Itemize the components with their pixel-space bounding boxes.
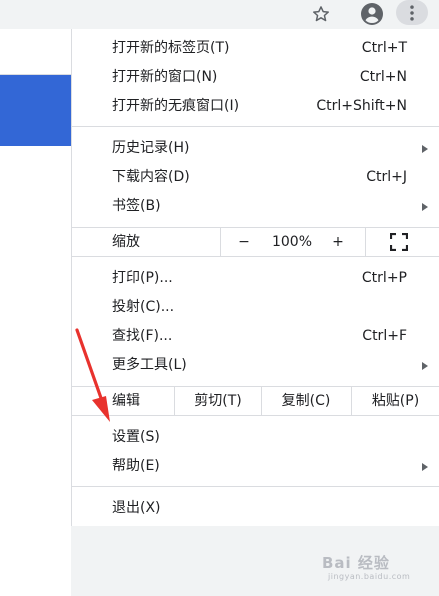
- star-icon: [313, 5, 329, 21]
- menu-item-new-tab[interactable]: 打开新的标签页(T) Ctrl+T: [72, 34, 439, 63]
- cut-button[interactable]: 剪切(T): [175, 387, 261, 415]
- menu-item-shortcut: Ctrl+N: [359, 69, 407, 85]
- menu-item-label: 退出(X): [112, 500, 161, 516]
- zoom-in-button[interactable]: +: [326, 228, 350, 256]
- menu-edit-row: 编辑 剪切(T) 复制(C) 粘贴(P): [72, 387, 439, 415]
- account-button[interactable]: [357, 0, 387, 27]
- menu-item-label: 投射(C)...: [112, 299, 175, 315]
- submenu-arrow-icon: [422, 203, 428, 211]
- more-vert-icon: [410, 4, 414, 21]
- menu-item-label: 查找(F)...: [112, 328, 173, 344]
- submenu-arrow-icon: [422, 362, 428, 370]
- menu-item-label: 打印(P)...: [112, 270, 173, 286]
- menu-item-settings[interactable]: 设置(S): [72, 423, 439, 452]
- zoom-divider: [365, 228, 366, 256]
- menu-item-label: 下载内容(D): [112, 169, 190, 185]
- zoom-level: 100%: [271, 234, 313, 250]
- menu-item-more-tools[interactable]: 更多工具(L): [72, 351, 439, 380]
- watermark-logo: Bai 经验 jingyan.baidu.com: [322, 552, 434, 592]
- menu-item-shortcut: Ctrl+Shift+N: [316, 98, 407, 114]
- menu-item-history[interactable]: 历史记录(H): [72, 134, 439, 163]
- paste-button[interactable]: 粘贴(P): [352, 387, 439, 415]
- menu-item-label: 书签(B): [112, 198, 161, 214]
- watermark-text: Bai 经验: [322, 554, 390, 572]
- menu-item-label: 打开新的标签页(T): [112, 40, 230, 56]
- menu-item-new-incognito[interactable]: 打开新的无痕窗口(I) Ctrl+Shift+N: [72, 92, 439, 121]
- browser-toolbar: [0, 0, 439, 29]
- fullscreen-icon[interactable]: [390, 233, 408, 251]
- menu-separator: [72, 126, 439, 127]
- zoom-out-button[interactable]: −: [232, 228, 256, 256]
- chrome-main-menu: 打开新的标签页(T) Ctrl+T 打开新的窗口(N) Ctrl+N 打开新的无…: [71, 29, 439, 526]
- menu-item-label: 设置(S): [112, 429, 160, 445]
- menu-item-shortcut: Ctrl+P: [361, 270, 407, 286]
- menu-separator: [72, 256, 439, 257]
- zoom-divider: [220, 228, 221, 256]
- menu-item-label: 帮助(E): [112, 458, 160, 474]
- page-blue-block: [0, 75, 71, 146]
- menu-item-shortcut: Ctrl+T: [361, 40, 407, 56]
- submenu-arrow-icon: [422, 463, 428, 471]
- menu-item-find[interactable]: 查找(F)... Ctrl+F: [72, 322, 439, 351]
- menu-zoom-row: 缩放 − 100% +: [72, 228, 439, 256]
- more-menu-button[interactable]: [396, 0, 428, 25]
- menu-item-print[interactable]: 打印(P)... Ctrl+P: [72, 264, 439, 293]
- menu-item-cast[interactable]: 投射(C)...: [72, 293, 439, 322]
- menu-item-new-window[interactable]: 打开新的窗口(N) Ctrl+N: [72, 63, 439, 92]
- watermark-subtext: jingyan.baidu.com: [328, 572, 411, 581]
- menu-item-shortcut: Ctrl+F: [362, 328, 407, 344]
- menu-item-shortcut: Ctrl+J: [366, 169, 407, 185]
- copy-button[interactable]: 复制(C): [262, 387, 350, 415]
- account-icon: [361, 2, 383, 25]
- menu-item-downloads[interactable]: 下载内容(D) Ctrl+J: [72, 163, 439, 192]
- edit-label: 编辑: [112, 393, 140, 409]
- submenu-arrow-icon: [422, 145, 428, 153]
- menu-item-label: 历史记录(H): [112, 140, 190, 156]
- zoom-label: 缩放: [112, 234, 140, 250]
- menu-item-label: 打开新的无痕窗口(I): [112, 98, 240, 114]
- menu-item-label: 更多工具(L): [112, 357, 187, 373]
- menu-item-help[interactable]: 帮助(E): [72, 452, 439, 481]
- menu-item-bookmarks[interactable]: 书签(B): [72, 192, 439, 221]
- bookmark-star-button[interactable]: [306, 0, 336, 27]
- menu-separator: [72, 486, 439, 487]
- menu-separator: [72, 415, 439, 416]
- menu-item-exit[interactable]: 退出(X): [72, 494, 439, 523]
- menu-item-label: 打开新的窗口(N): [112, 69, 218, 85]
